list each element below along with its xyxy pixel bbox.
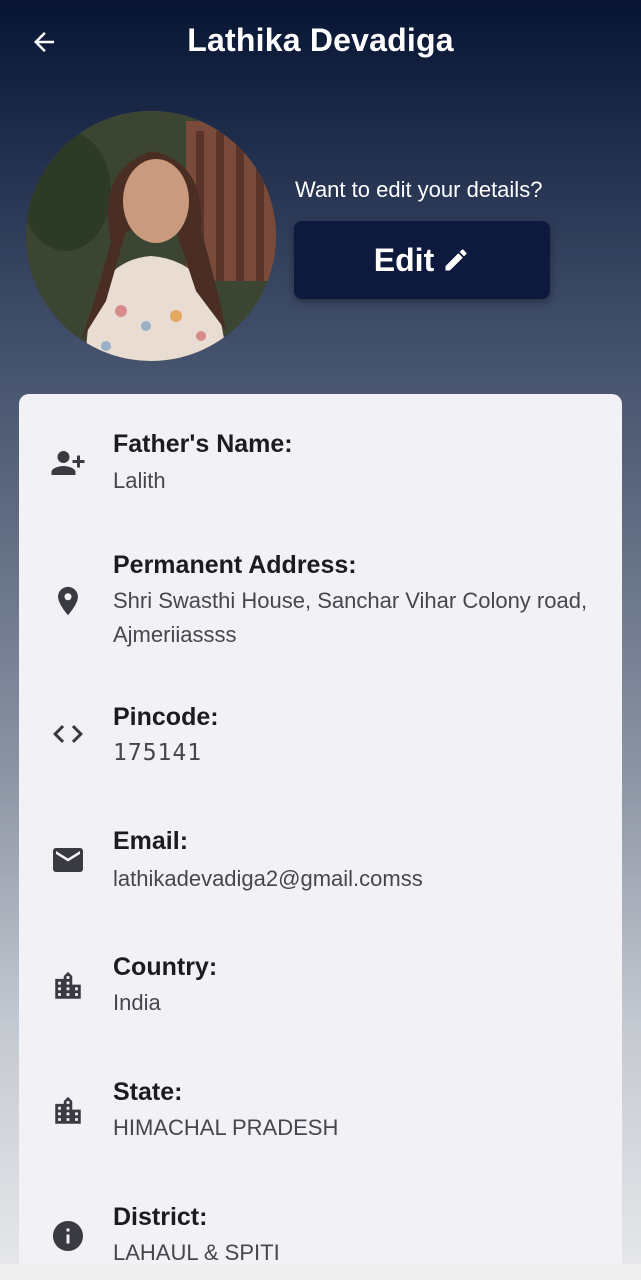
person-add-icon xyxy=(49,444,87,482)
details-card: Father's Name: Lalith Permanent Address:… xyxy=(19,394,622,1280)
city-icon xyxy=(49,967,87,1005)
edit-button-label: Edit xyxy=(373,241,435,278)
mail-icon xyxy=(49,841,87,879)
detail-value: Lalith xyxy=(113,468,166,493)
detail-label: Country: xyxy=(113,953,218,981)
avatar xyxy=(26,111,276,361)
location-pin-icon xyxy=(49,582,87,620)
app-bar: Lathika Devadiga xyxy=(0,0,641,84)
profile-photo xyxy=(26,111,276,361)
system-nav-strip xyxy=(0,1264,641,1280)
page-title: Lathika Devadiga xyxy=(187,22,454,58)
detail-label: Pincode: xyxy=(113,703,219,731)
detail-label: District: xyxy=(113,1203,208,1231)
detail-label: Father's Name: xyxy=(113,430,293,458)
detail-value: HIMACHAL PRADESH xyxy=(113,1115,339,1140)
detail-value: India xyxy=(113,990,161,1015)
detail-label: Email: xyxy=(113,827,189,855)
detail-label: State: xyxy=(113,1078,183,1106)
detail-value: Shri Swasthi House, Sanchar Vihar Colony… xyxy=(113,588,588,647)
pencil-icon xyxy=(445,249,467,271)
detail-value: lathikadevadiga2@gmail.comss xyxy=(113,866,423,891)
edit-prompt-text: Want to edit your details? xyxy=(295,177,543,202)
info-icon xyxy=(49,1217,87,1255)
edit-button[interactable]: Edit xyxy=(294,221,550,299)
detail-label: Permanent Address: xyxy=(113,551,357,579)
code-icon xyxy=(49,715,87,753)
city-icon xyxy=(49,1092,87,1130)
detail-value: 175141 xyxy=(113,740,203,766)
